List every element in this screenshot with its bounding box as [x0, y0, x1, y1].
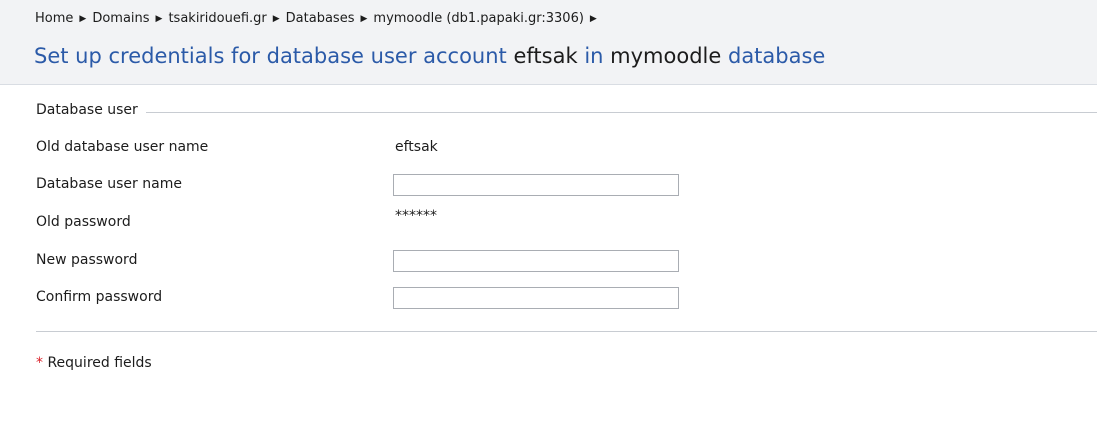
old-password-label: Old password — [36, 214, 131, 230]
page-title-middle: in — [584, 44, 604, 68]
page-title: Set up credentials for database user acc… — [34, 44, 825, 68]
page-title-suffix: database — [727, 44, 826, 68]
breadcrumb-domains[interactable]: Domains — [92, 11, 149, 26]
confirm-password-label: Confirm password — [36, 289, 163, 305]
old-password-value: ****** — [395, 208, 437, 224]
page-header: Home ▶ Domains ▶ tsakiridouefi.gr ▶ Databases ▶… — [0, 0, 1097, 85]
required-star: * — [36, 355, 43, 371]
new-password-input[interactable] — [393, 250, 679, 272]
fieldset-border — [36, 112, 1097, 113]
breadcrumb-databases[interactable]: Databases — [286, 11, 355, 26]
required-fields-note: * Required fields — [36, 355, 152, 371]
page-title-prefix: Set up credentials for database user acc… — [34, 44, 507, 68]
new-password-label: New password — [36, 252, 138, 268]
old-user-name-label: Old database user name — [36, 139, 209, 155]
breadcrumb: Home ▶ Domains ▶ tsakiridouefi.gr ▶ Databases ▶… — [35, 11, 603, 26]
breadcrumb-domain[interactable]: tsakiridouefi.gr — [168, 11, 266, 26]
breadcrumb-separator-icon: ▶ — [589, 14, 597, 24]
old-user-name-value: eftsak — [395, 139, 438, 155]
fieldset-legend: Database user — [36, 102, 146, 118]
page-title-database: mymoodle — [610, 44, 722, 68]
breadcrumb-home[interactable]: Home — [35, 11, 73, 26]
page-title-user: eftsak — [513, 44, 578, 68]
confirm-password-input[interactable] — [393, 287, 679, 309]
breadcrumb-database[interactable]: mymoodle (db1.papaki.gr:3306) — [373, 11, 584, 26]
required-fields-text: Required fields — [47, 355, 152, 371]
breadcrumb-separator-icon: ▶ — [155, 14, 163, 24]
breadcrumb-separator-icon: ▶ — [360, 14, 368, 24]
breadcrumb-separator-icon: ▶ — [79, 14, 87, 24]
user-name-label: Database user name — [36, 176, 182, 192]
user-name-input[interactable] — [393, 174, 679, 196]
breadcrumb-separator-icon: ▶ — [272, 14, 280, 24]
form-divider — [36, 331, 1097, 332]
